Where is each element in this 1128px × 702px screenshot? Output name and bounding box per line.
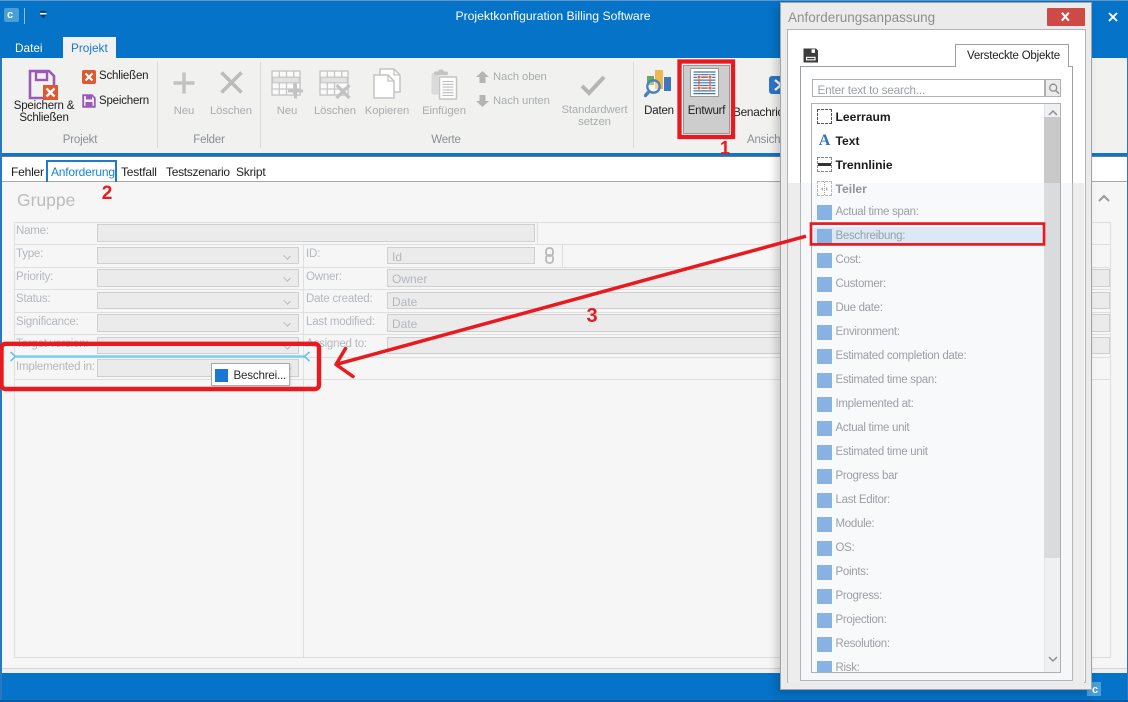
- svg-text:2: 2: [102, 183, 113, 204]
- svg-text:1: 1: [720, 138, 730, 158]
- svg-text:3: 3: [586, 305, 597, 327]
